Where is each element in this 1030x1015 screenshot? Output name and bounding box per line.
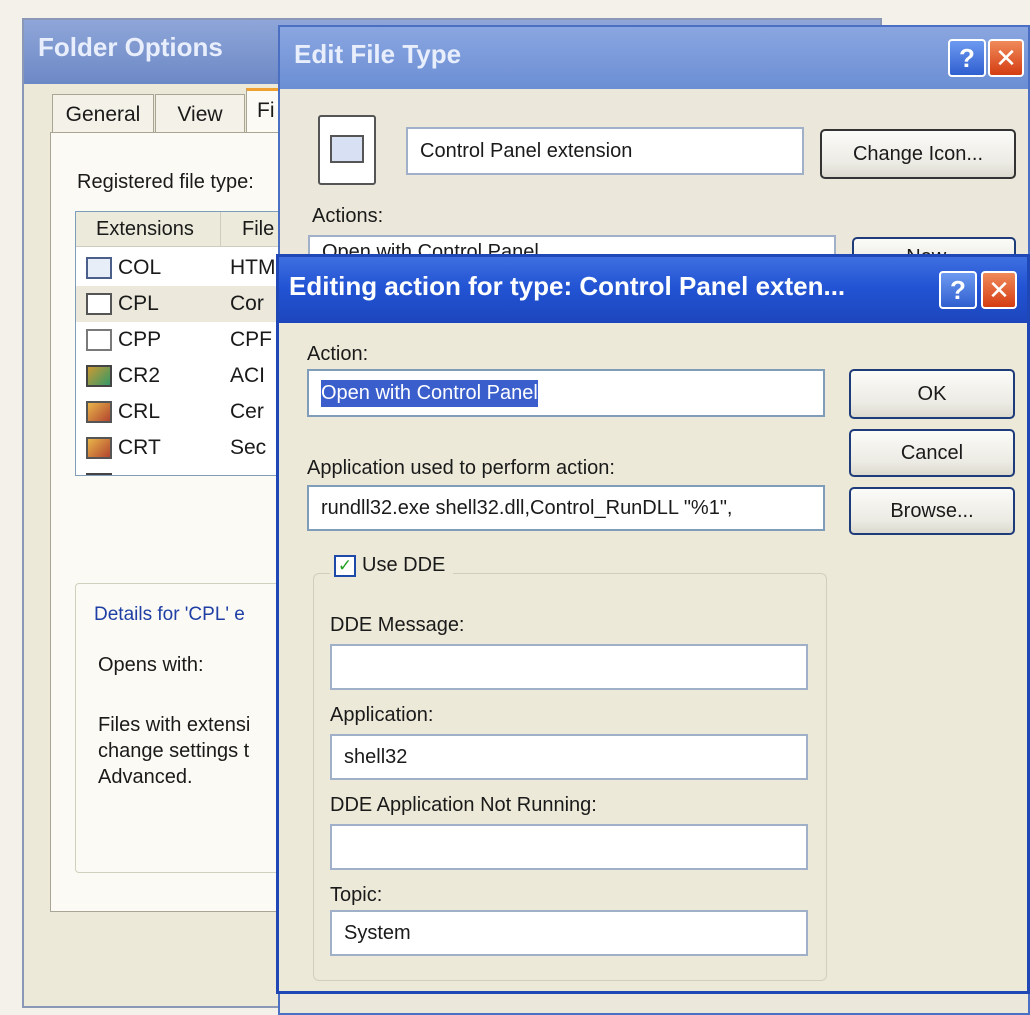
- action-label: Action:: [307, 343, 369, 365]
- use-dde-checkbox-row[interactable]: ✓ Use DDE: [330, 554, 454, 577]
- tab-view[interactable]: View: [155, 94, 245, 134]
- dde-application-input[interactable]: shell32: [330, 734, 808, 780]
- row-file-type: ACI: [230, 472, 265, 475]
- dde-not-running-label: DDE Application Not Running:: [330, 794, 597, 816]
- tab-general[interactable]: General: [52, 94, 154, 134]
- tab-general-label: General: [65, 102, 141, 126]
- dde-group: ✓ Use DDE DDE Message: Application: shel…: [313, 554, 827, 981]
- description-field[interactable]: Control Panel extension: [406, 127, 804, 175]
- certificate-file-icon: [86, 437, 112, 459]
- row-extension: CRW: [118, 472, 218, 475]
- dde-application-label: Application:: [330, 704, 434, 726]
- file-type-icon[interactable]: [318, 115, 376, 185]
- files-text-line-3: Advanced.: [98, 766, 193, 788]
- close-button[interactable]: ✕: [988, 39, 1024, 77]
- dde-message-label: DDE Message:: [330, 614, 465, 636]
- row-file-type: Cer: [230, 400, 264, 423]
- registered-file-types-label: Registered file type:: [77, 171, 254, 193]
- row-extension: CRL: [118, 400, 161, 423]
- application-used-label: Application used to perform action:: [307, 457, 615, 479]
- browse-button[interactable]: Browse...: [849, 487, 1015, 535]
- editing-action-title: Editing action for type: Control Panel e…: [289, 271, 846, 301]
- row-file-type: Sec: [230, 436, 267, 459]
- dialog-help-button[interactable]: ?: [939, 271, 977, 309]
- change-icon-button[interactable]: Change Icon...: [820, 129, 1016, 179]
- row-file-type: CPF: [230, 328, 272, 351]
- file-type-icon-glyph: [330, 135, 364, 163]
- image-file-icon: [86, 365, 112, 387]
- use-dde-checkbox[interactable]: ✓: [334, 554, 356, 577]
- row-extension: CPL: [118, 292, 159, 315]
- row-file-type: ACI: [230, 364, 266, 387]
- row-file-type: Cor: [230, 292, 264, 315]
- details-label: Details for 'CPL' e: [94, 604, 245, 625]
- action-input-selected-text: Open with Control Panel: [321, 379, 538, 407]
- use-dde-label: Use DDE: [362, 554, 446, 576]
- topic-label: Topic:: [330, 884, 383, 906]
- row-extension: COL: [118, 256, 162, 279]
- opens-with-label: Opens with:: [98, 654, 204, 676]
- dde-not-running-input[interactable]: [330, 824, 808, 870]
- actions-label: Actions:: [312, 205, 384, 227]
- files-text-line-1: Files with extensi: [98, 714, 251, 736]
- column-header-extensions[interactable]: Extensions: [76, 212, 221, 246]
- action-input[interactable]: Open with Control Panel: [307, 369, 825, 417]
- dde-message-input[interactable]: [330, 644, 808, 690]
- dialog-close-button[interactable]: ✕: [981, 271, 1017, 309]
- certificate-file-icon: [86, 401, 112, 423]
- row-file-type: HTM: [230, 256, 276, 279]
- control-panel-file-icon: [86, 293, 112, 315]
- ok-button[interactable]: OK: [849, 369, 1015, 419]
- html-file-icon: [86, 257, 112, 279]
- editing-action-titlebar[interactable]: Editing action for type: Control Panel e…: [279, 257, 1027, 323]
- tab-view-label: View: [177, 102, 223, 126]
- topic-input[interactable]: System: [330, 910, 808, 956]
- help-button[interactable]: ?: [948, 39, 986, 77]
- tab-file-types-label: Fi: [257, 99, 275, 122]
- row-extension: CPP: [118, 328, 162, 351]
- edit-file-type-title: Edit File Type: [294, 39, 462, 69]
- files-text-line-2: change settings t: [98, 740, 250, 762]
- edit-file-type-titlebar[interactable]: Edit File Type: [280, 27, 1028, 89]
- cpp-file-icon: [86, 329, 112, 351]
- image-file-icon: [86, 473, 112, 475]
- cancel-button[interactable]: Cancel: [849, 429, 1015, 477]
- editing-action-dialog: Editing action for type: Control Panel e…: [276, 254, 1030, 994]
- application-used-input[interactable]: rundll32.exe shell32.dll,Control_RunDLL …: [307, 485, 825, 531]
- folder-options-title: Folder Options: [38, 32, 223, 62]
- row-extension: CR2: [118, 364, 161, 387]
- row-extension: CRT: [118, 436, 161, 459]
